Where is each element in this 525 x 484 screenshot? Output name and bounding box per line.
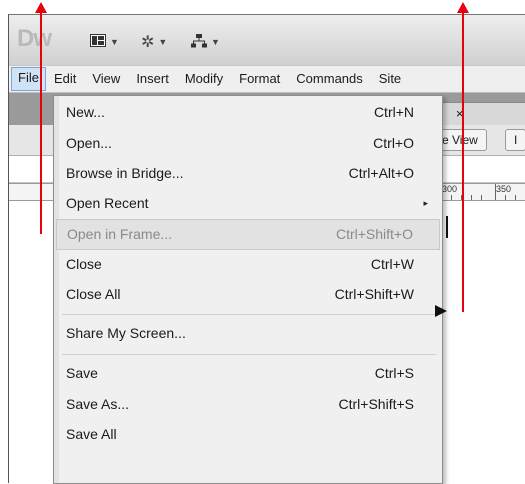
site-structure-icon bbox=[191, 33, 207, 51]
pointer-triangle-icon bbox=[435, 305, 447, 317]
chevron-down-icon: ▼ bbox=[158, 37, 168, 47]
ruler-tick bbox=[481, 195, 482, 200]
menu-edit[interactable]: Edit bbox=[46, 68, 84, 90]
menu-item-label: New... bbox=[66, 104, 105, 120]
site-menu-button[interactable]: ▼ bbox=[191, 31, 220, 53]
menu-item-save[interactable]: Save Ctrl+S bbox=[59, 359, 438, 388]
menu-item-label: Close All bbox=[66, 286, 121, 302]
menu-separator bbox=[62, 314, 436, 315]
menu-item-label: Close bbox=[66, 256, 102, 272]
menu-item-shortcut: Ctrl+Alt+O bbox=[348, 165, 414, 181]
menu-item-label: Open... bbox=[66, 135, 112, 151]
menu-item-share-my-screen[interactable]: Share My Screen... bbox=[59, 319, 438, 348]
menu-modify[interactable]: Modify bbox=[177, 68, 231, 90]
menu-view[interactable]: View bbox=[84, 68, 128, 90]
menu-item-close-all[interactable]: Close All Ctrl+Shift+W bbox=[59, 280, 438, 309]
ruler-label: 350 bbox=[496, 184, 512, 194]
menu-item-save-as[interactable]: Save As... Ctrl+Shift+S bbox=[59, 390, 438, 419]
inspect-button[interactable]: I bbox=[505, 129, 525, 151]
menu-separator bbox=[62, 354, 436, 355]
menu-item-shortcut: Ctrl+Shift+O bbox=[335, 226, 413, 242]
menu-item-shortcut: Ctrl+W bbox=[370, 256, 414, 272]
menu-item-open[interactable]: Open... Ctrl+O bbox=[59, 129, 438, 158]
annotation-arrowhead bbox=[457, 2, 469, 13]
menu-site[interactable]: Site bbox=[371, 68, 409, 90]
menu-item-label: Open Recent bbox=[66, 195, 149, 211]
menu-item-label: Save All bbox=[66, 426, 117, 442]
chevron-down-icon: ▼ bbox=[110, 37, 119, 47]
layout-icon bbox=[90, 34, 106, 50]
menu-item-browse-in-bridge[interactable]: Browse in Bridge... Ctrl+Alt+O bbox=[59, 159, 438, 188]
ruler-tick bbox=[505, 195, 506, 200]
menu-item-label: Share My Screen... bbox=[66, 325, 186, 341]
application-bar: Dw ▼ ✲ ▼ ▼ bbox=[9, 15, 525, 65]
menu-item-shortcut: Ctrl+N bbox=[373, 104, 414, 120]
menu-item-shortcut: Ctrl+Shift+S bbox=[338, 396, 414, 412]
menu-item-new[interactable]: New... Ctrl+N bbox=[59, 98, 438, 127]
app-logo: Dw bbox=[17, 25, 52, 52]
ruler-tick bbox=[471, 195, 472, 200]
menu-item-shortcut: Ctrl+S bbox=[374, 365, 414, 381]
ruler-label: 300 bbox=[442, 184, 458, 194]
menu-commands[interactable]: Commands bbox=[288, 68, 370, 90]
menu-item-label: Open in Frame... bbox=[67, 226, 173, 242]
menu-item-label: Save bbox=[66, 365, 98, 381]
annotation-arrow-shaft bbox=[40, 12, 42, 234]
ruler-tick bbox=[515, 195, 516, 200]
menu-item-open-in-frame[interactable]: Open in Frame... Ctrl+Shift+O bbox=[56, 219, 440, 250]
menu-insert[interactable]: Insert bbox=[128, 68, 177, 90]
menu-item-close[interactable]: Close Ctrl+W bbox=[59, 250, 438, 279]
menu-item-open-recent[interactable]: Open Recent ▸ bbox=[59, 189, 438, 218]
chevron-down-icon: ▼ bbox=[211, 37, 220, 47]
menu-item-label: Browse in Bridge... bbox=[66, 165, 184, 181]
annotation-arrow-shaft bbox=[462, 12, 464, 312]
menu-item-shortcut: Ctrl+O bbox=[373, 135, 414, 151]
file-menu-dropdown: New... Ctrl+N Open... Ctrl+O Browse in B… bbox=[53, 95, 443, 484]
menu-item-save-all[interactable]: Save All bbox=[59, 420, 438, 449]
extensions-menu-button[interactable]: ✲ ▼ bbox=[141, 31, 167, 53]
layout-menu-button[interactable]: ▼ bbox=[90, 31, 119, 53]
ruler-tick bbox=[495, 184, 496, 200]
ruler-tick bbox=[451, 195, 452, 200]
submenu-arrow-icon: ▸ bbox=[423, 198, 428, 208]
gear-icon: ✲ bbox=[141, 34, 155, 51]
annotation-arrowhead bbox=[35, 2, 47, 13]
menu-item-label: Save As... bbox=[66, 396, 130, 412]
menu-item-shortcut: Ctrl+Shift+W bbox=[334, 286, 414, 302]
menu-bar: File Edit View Insert Modify Format Comm… bbox=[9, 66, 525, 93]
menu-format[interactable]: Format bbox=[231, 68, 288, 90]
text-cursor bbox=[446, 216, 448, 238]
